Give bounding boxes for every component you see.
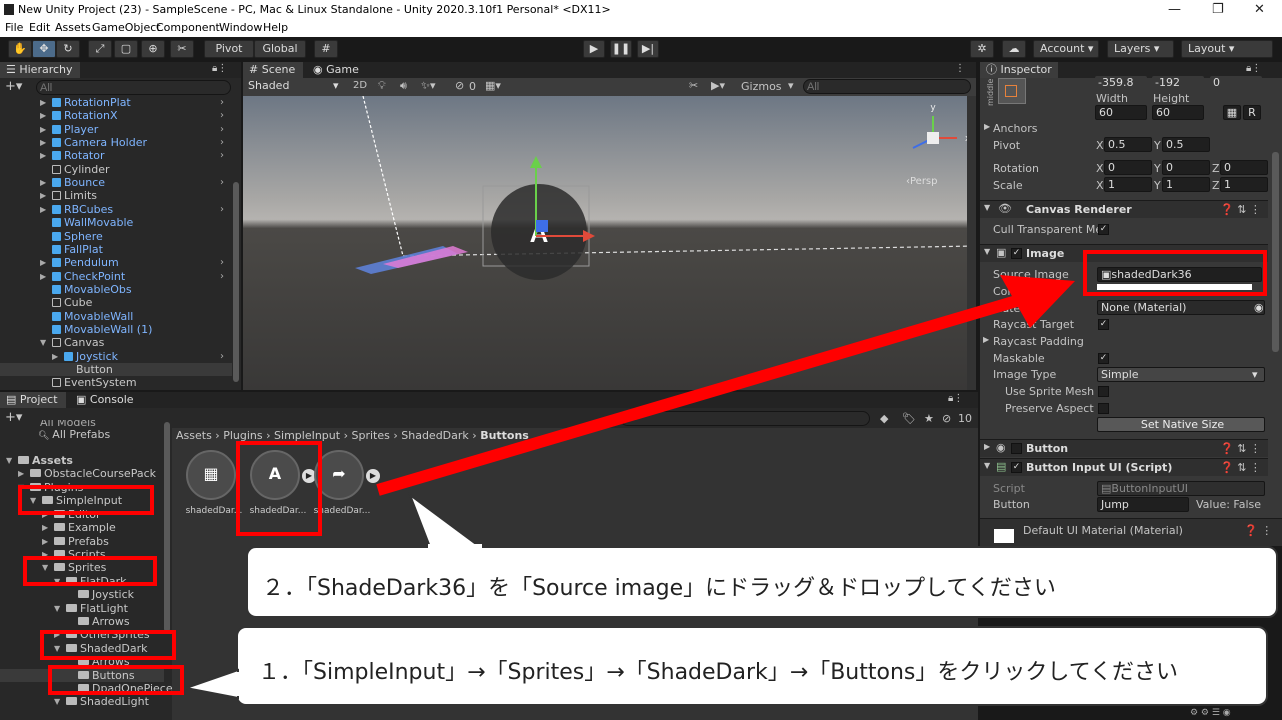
- callout-step-1-pointer: [186, 668, 241, 700]
- status-icons: ⚙ ⚙ ☰ ◉: [1190, 708, 1231, 718]
- callout-step-2: ２．「ShadeDark36」を「Source image」にドラッグ＆ドロップ…: [246, 546, 1278, 618]
- callout-step-2-pointer: [407, 492, 484, 550]
- callout-step-1-text: １．「SimpleInput」→「Sprites」→「ShadeDark」→「B…: [258, 660, 1179, 685]
- drag-arrow-line: [376, 294, 1022, 496]
- callout-step-1: １．「SimpleInput」→「Sprites」→「ShadeDark」→「B…: [236, 626, 1268, 706]
- callout-step-2-text: ２．「ShadeDark36」を「Source image」にドラッグ＆ドロップ…: [262, 576, 1056, 601]
